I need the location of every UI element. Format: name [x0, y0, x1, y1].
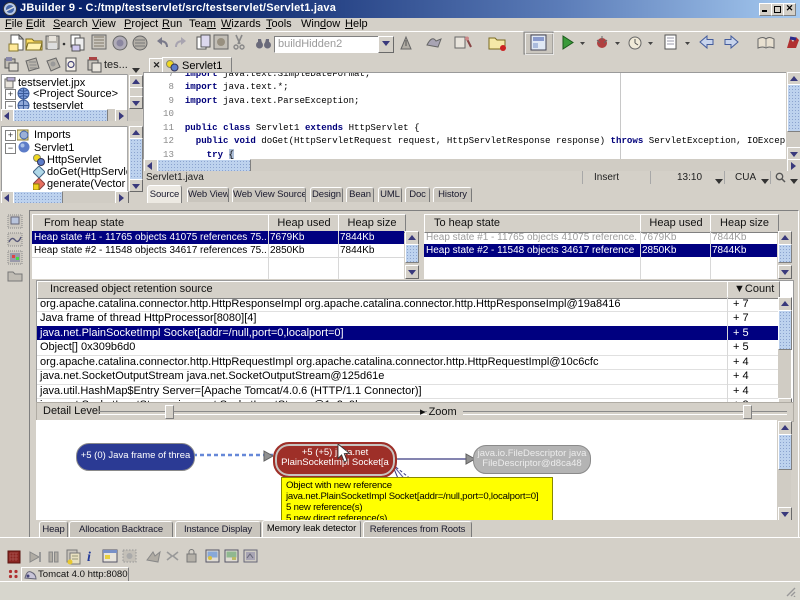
svg-text:i: i	[87, 550, 91, 565]
